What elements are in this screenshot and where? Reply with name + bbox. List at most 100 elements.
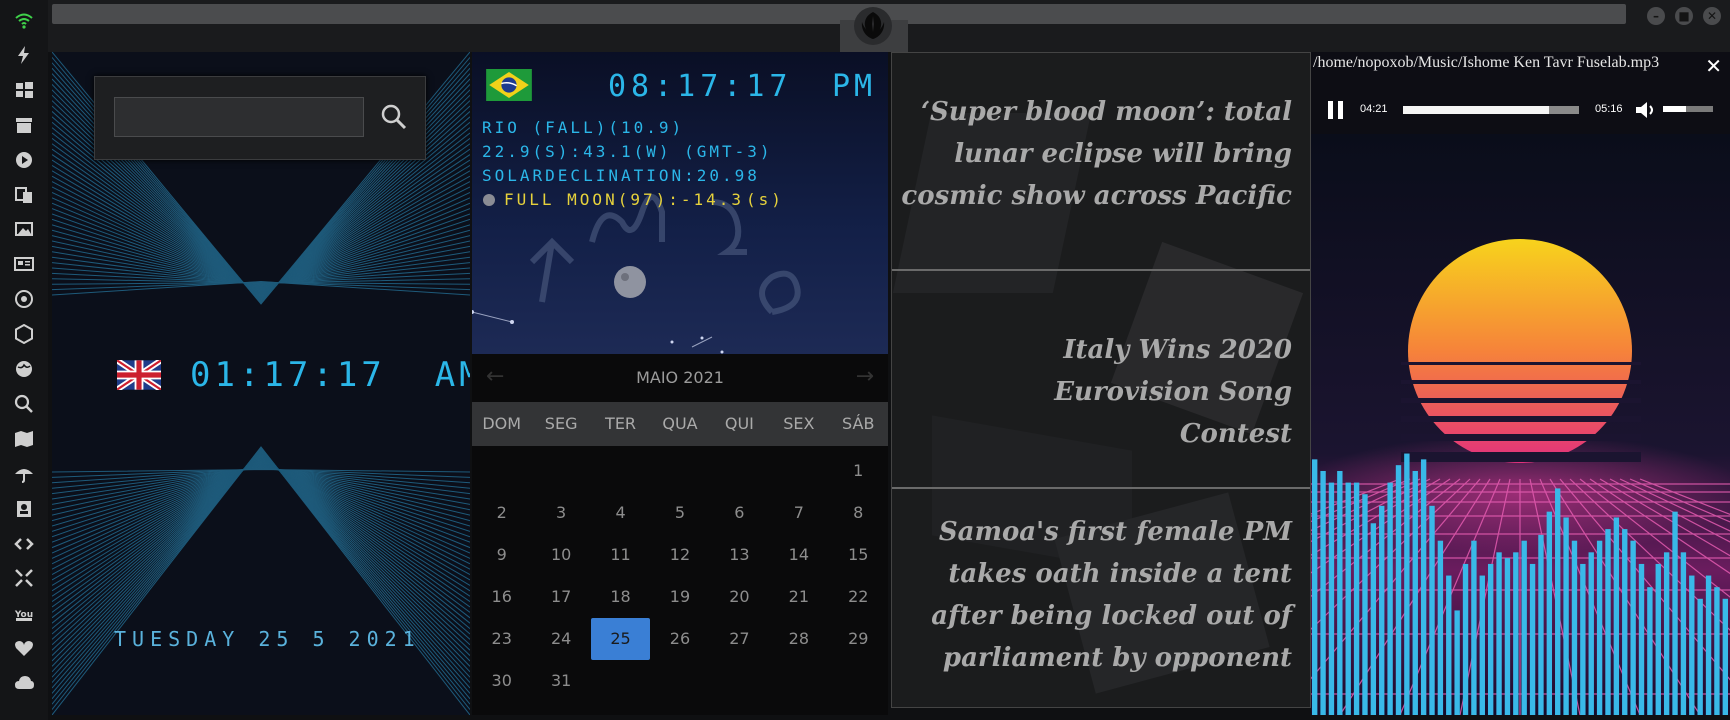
calendar-day[interactable]: 4 bbox=[591, 492, 650, 534]
wifi-icon[interactable] bbox=[14, 10, 34, 30]
visualizer-bar bbox=[1521, 540, 1527, 715]
weekday-label: QUA bbox=[662, 414, 698, 433]
heart-icon[interactable] bbox=[14, 638, 34, 658]
translate-icon[interactable] bbox=[14, 185, 34, 205]
visualizer-bar bbox=[1622, 529, 1628, 715]
visualizer-bar bbox=[1689, 575, 1695, 715]
search-button[interactable] bbox=[376, 99, 412, 135]
uk-time: 01:17:17 AM bbox=[190, 355, 470, 395]
calendar-day[interactable]: 2 bbox=[472, 492, 531, 534]
calendar-day[interactable]: 12 bbox=[650, 534, 709, 576]
calendar-day[interactable]: 23 bbox=[472, 618, 531, 660]
play-circle-icon[interactable] bbox=[14, 150, 34, 170]
newspaper-icon[interactable] bbox=[14, 254, 34, 274]
calendar-day[interactable]: 5 bbox=[650, 492, 709, 534]
album-art bbox=[1311, 134, 1730, 715]
windows-icon[interactable] bbox=[14, 80, 34, 100]
code-icon[interactable] bbox=[14, 534, 34, 554]
calendar-day[interactable]: 27 bbox=[710, 618, 769, 660]
visualizer-bar bbox=[1588, 552, 1594, 715]
brazil-time: 08:17:17 bbox=[608, 69, 793, 104]
calendar-day[interactable]: 17 bbox=[531, 576, 590, 618]
date-text: TUESDAY 25 5 2021 bbox=[114, 627, 421, 651]
calendar-day[interactable]: 31 bbox=[531, 660, 590, 702]
calendar-day[interactable]: 11 bbox=[591, 534, 650, 576]
volume-slider[interactable] bbox=[1663, 106, 1713, 112]
settings-icon[interactable] bbox=[14, 289, 34, 309]
calendar-day[interactable]: 22 bbox=[829, 576, 888, 618]
calendar-day[interactable]: 18 bbox=[591, 576, 650, 618]
search-icon[interactable] bbox=[14, 394, 34, 414]
calendar-day[interactable]: 29 bbox=[829, 618, 888, 660]
location-line: RIO (FALL)(10.9) bbox=[482, 118, 685, 137]
close-player-button[interactable]: ✕ bbox=[1705, 54, 1722, 78]
next-month-button[interactable]: → bbox=[856, 364, 874, 389]
visualizer-bar bbox=[1705, 575, 1712, 715]
news-headline-2[interactable]: Italy Wins 2020 Eurovision Song Contest bbox=[952, 329, 1292, 455]
maximize-button[interactable]: ■ bbox=[1675, 7, 1693, 25]
map-icon[interactable] bbox=[14, 429, 34, 449]
archive-icon[interactable] bbox=[14, 115, 34, 135]
calendar-day[interactable]: 8 bbox=[829, 492, 888, 534]
calendar-day[interactable]: 20 bbox=[710, 576, 769, 618]
calendar-day-selected[interactable]: 25 bbox=[590, 618, 651, 660]
visualizer-bar bbox=[1454, 610, 1460, 715]
hexagon-icon[interactable] bbox=[14, 324, 34, 345]
calendar-day[interactable]: 16 bbox=[472, 576, 531, 618]
weekday-label: TER bbox=[605, 414, 637, 433]
calendar-empty-cell bbox=[829, 660, 888, 702]
calendar-day[interactable]: 21 bbox=[769, 576, 828, 618]
seek-bar[interactable] bbox=[1403, 106, 1579, 114]
rebel-alliance-icon[interactable] bbox=[853, 6, 893, 46]
search-input[interactable] bbox=[114, 97, 364, 137]
calendar-grid: 1 2 3 4 5 6 7 8 9 10 11 12 13 14 15 16 17 18 19 20 21 22 23 24 2… bbox=[472, 450, 888, 702]
calendar-day[interactable]: 26 bbox=[650, 618, 709, 660]
news-headline-3[interactable]: Samoa's first female PM takes oath insid… bbox=[912, 511, 1292, 679]
calendar-day[interactable]: 15 bbox=[829, 534, 888, 576]
minimize-button[interactable]: – bbox=[1647, 7, 1665, 25]
calendar-day[interactable]: 30 bbox=[472, 660, 531, 702]
calendar-day[interactable]: 6 bbox=[710, 492, 769, 534]
visualizer-bar bbox=[1529, 563, 1536, 715]
bolt-icon[interactable] bbox=[14, 45, 34, 65]
contacts-icon[interactable] bbox=[14, 499, 34, 519]
calendar-week: 2345678 bbox=[472, 492, 888, 534]
calendar-day[interactable]: 14 bbox=[769, 534, 828, 576]
weekday-label: SEG bbox=[544, 414, 578, 433]
calendar-day[interactable]: 3 bbox=[531, 492, 590, 534]
volume-icon[interactable] bbox=[1636, 101, 1656, 119]
visualizer-bar bbox=[1471, 540, 1477, 715]
uk-flag-icon bbox=[117, 360, 161, 390]
globe-icon[interactable] bbox=[14, 359, 34, 379]
visualizer-bar bbox=[1370, 523, 1377, 715]
music-player-panel: /home/nopoxob/Music/Ishome Ken Tavr Fuse… bbox=[1311, 52, 1730, 715]
visualizer-bar bbox=[1362, 494, 1368, 715]
cloud-icon[interactable] bbox=[14, 673, 34, 693]
umbrella-icon[interactable] bbox=[14, 464, 34, 484]
pause-button[interactable] bbox=[1328, 101, 1344, 119]
close-button[interactable]: ✕ bbox=[1703, 7, 1721, 25]
solar-declination-line: SOLARDECLINATION:20.98 bbox=[482, 166, 760, 185]
image-icon[interactable] bbox=[14, 219, 34, 239]
calendar-week: 16 17 18 19 20 21 22 bbox=[472, 576, 888, 618]
calendar-day[interactable]: 7 bbox=[769, 492, 828, 534]
drag-bar[interactable] bbox=[52, 4, 1626, 24]
visualizer-bar bbox=[1722, 598, 1728, 715]
calendar-day[interactable]: 19 bbox=[650, 576, 709, 618]
calendar-day[interactable]: 10 bbox=[531, 534, 590, 576]
calendar-day[interactable]: 9 bbox=[472, 534, 531, 576]
expand-icon[interactable] bbox=[14, 568, 34, 588]
news-headline-1[interactable]: ‘Super blood moon’: total lunar eclipse … bbox=[892, 91, 1292, 217]
calendar-empty-cell bbox=[531, 450, 590, 492]
news-divider bbox=[892, 487, 1310, 489]
visualizer-bar bbox=[1320, 470, 1326, 715]
youtube-icon[interactable]: You bbox=[14, 603, 34, 623]
visualizer-bar bbox=[1672, 511, 1678, 715]
calendar-day[interactable]: 28 bbox=[769, 618, 828, 660]
calendar-day[interactable]: 13 bbox=[710, 534, 769, 576]
visualizer-bar bbox=[1555, 488, 1561, 715]
calendar-day[interactable]: 1 bbox=[829, 450, 888, 492]
visualizer-bar bbox=[1420, 459, 1427, 715]
calendar-day[interactable]: 24 bbox=[531, 618, 590, 660]
brazil-clock-panel: 08:17:17 PM RIO (FALL)(10.9) 22.9(S):43.… bbox=[472, 52, 888, 715]
